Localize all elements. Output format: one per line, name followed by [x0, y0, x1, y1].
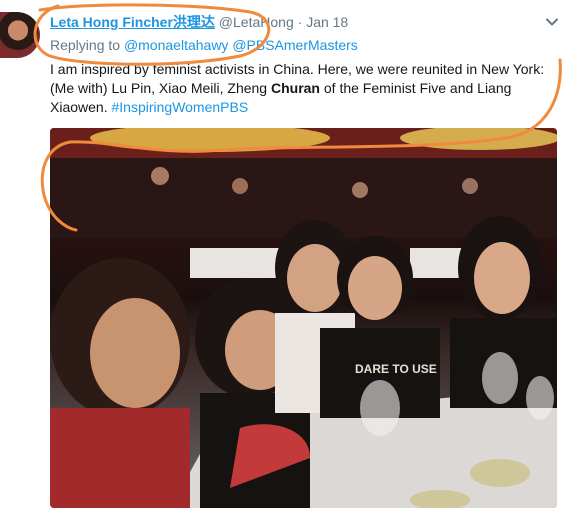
background-person: [352, 182, 368, 198]
background-person: [462, 178, 478, 194]
person-face: [348, 256, 402, 320]
tweet-date[interactable]: Jan 18: [306, 14, 348, 30]
avatar[interactable]: [0, 12, 40, 58]
mention-link[interactable]: @PBSAmerMasters: [232, 37, 357, 53]
replying-prefix: Replying to: [50, 37, 121, 53]
tweet-header: Leta Hong Fincher洪理达 @LetaHong · Jan 18: [50, 12, 542, 32]
photo-scene: DARE TO USE: [50, 128, 557, 508]
replying-to: Replying to @monaeltahawy @PBSAmerMaster…: [50, 36, 358, 54]
person-face: [287, 244, 343, 312]
person-face: [90, 298, 180, 408]
hashtag-link[interactable]: #InspiringWomenPBS: [111, 99, 248, 115]
background-person: [232, 178, 248, 194]
wine-glass: [526, 376, 554, 420]
tweet-photo[interactable]: DARE TO USE: [50, 128, 557, 508]
tweet-text: I am inspired by feminist activists in C…: [50, 60, 545, 117]
wine-glass: [360, 380, 400, 436]
background-person: [151, 167, 169, 185]
wine-glass: [482, 352, 518, 404]
tweet-text-bold: Churan: [270, 80, 320, 96]
person-clothing: [50, 408, 190, 508]
soup-bowl: [470, 459, 530, 487]
chevron-down-icon[interactable]: [544, 14, 560, 30]
mention-link[interactable]: @monaeltahawy: [124, 37, 229, 53]
person-face: [474, 242, 530, 314]
author-handle[interactable]: @LetaHong: [219, 14, 294, 30]
separator-dot: ·: [297, 14, 303, 30]
tweet-card[interactable]: Leta Hong Fincher洪理达 @LetaHong · Jan 18 …: [0, 0, 582, 523]
shirt-print: DARE TO USE: [355, 362, 437, 376]
author-name[interactable]: Leta Hong Fincher洪理达: [50, 14, 215, 30]
